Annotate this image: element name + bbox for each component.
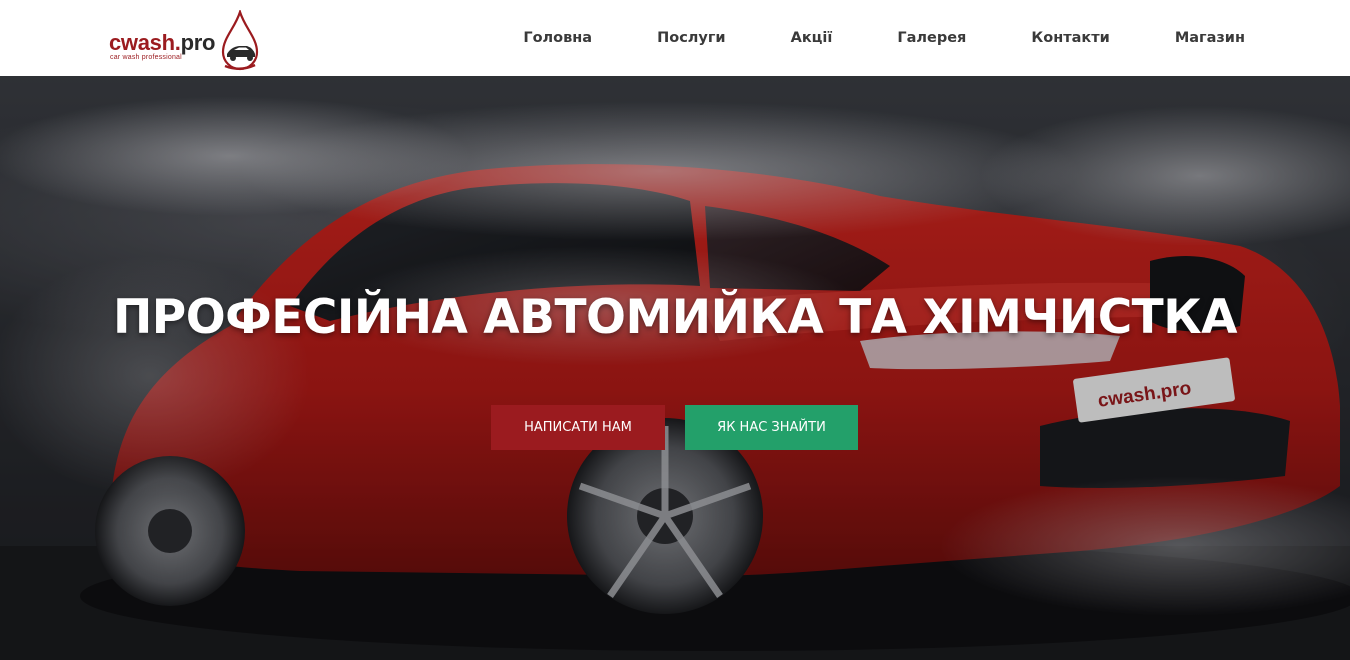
logo-word-part2: pro: [180, 30, 216, 55]
find-us-button[interactable]: ЯК НАС ЗНАЙТИ: [685, 405, 858, 450]
nav-item-gallery[interactable]: Галерея: [897, 30, 966, 46]
hero-title: ПРОФЕСІЙНА АВТОМИЙКА ТА ХІМЧИСТКА: [112, 290, 1238, 345]
nav-item-promotions[interactable]: Акції: [791, 30, 833, 46]
nav-item-home[interactable]: Головна: [523, 30, 592, 46]
hero-section: cwash.pro ПРОФЕСІЙНА АВТОМИЙКА ТА ХІМЧИС…: [0, 76, 1350, 660]
logo-wordmark: cwash.pro: [109, 32, 215, 54]
nav-item-contacts[interactable]: Контакти: [1031, 30, 1109, 46]
site-header: cwash.pro car wash professional Головна …: [0, 0, 1350, 76]
logo-word-part1: cwash.: [109, 30, 181, 55]
nav-item-services[interactable]: Послуги: [657, 30, 726, 46]
logo-tagline: car wash professional: [110, 54, 182, 61]
main-nav: Головна Послуги Акції Галерея Контакти М…: [523, 0, 1245, 76]
car-in-droplet-icon: [221, 10, 259, 71]
write-us-button[interactable]: НАПИСАТИ НАМ: [491, 405, 665, 450]
site-logo[interactable]: cwash.pro car wash professional: [107, 10, 267, 71]
hero-dim-overlay: [0, 76, 1350, 660]
nav-item-shop[interactable]: Магазин: [1175, 30, 1245, 46]
